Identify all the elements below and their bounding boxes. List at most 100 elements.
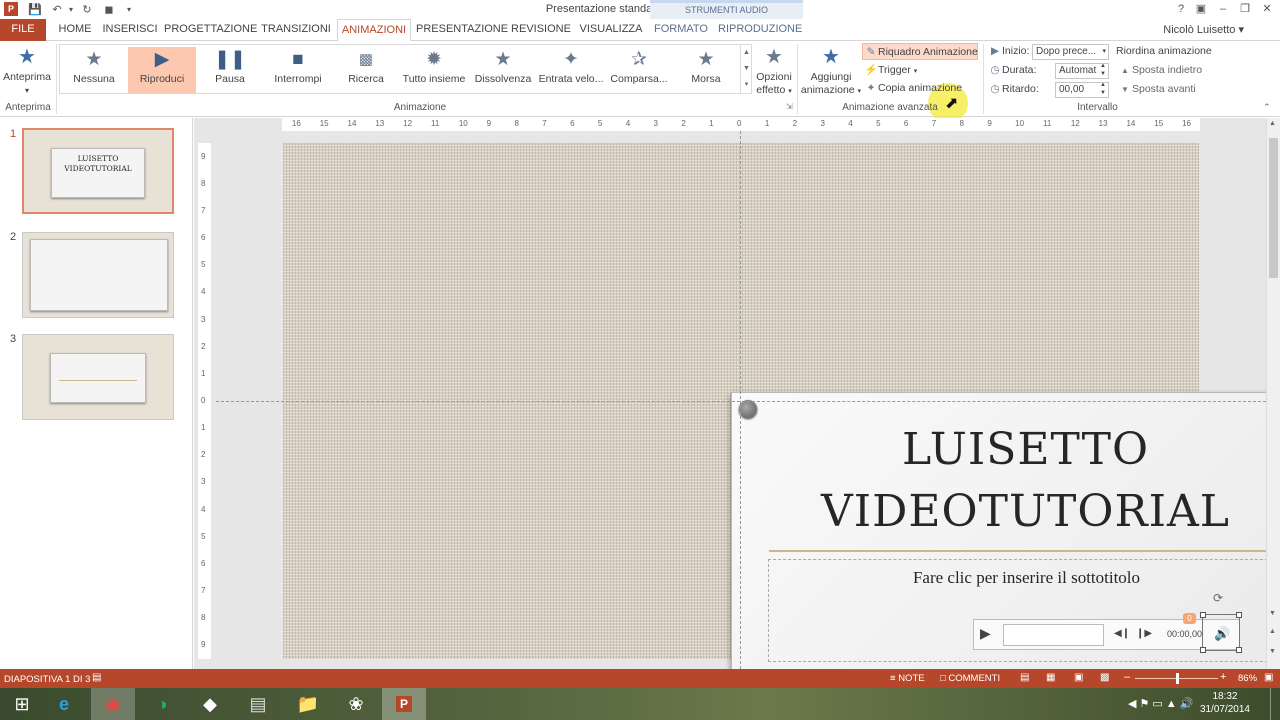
tab-transitions[interactable]: TRANSIZIONI — [259, 19, 333, 41]
tab-format[interactable]: FORMATO — [652, 19, 710, 41]
internet-explorer-icon[interactable]: e — [42, 688, 86, 720]
comments-button[interactable]: □ COMMENTI — [940, 673, 1000, 684]
tab-file[interactable]: FILE — [0, 19, 46, 41]
restore-icon[interactable]: ❐ — [1236, 1, 1254, 17]
gallery-item-appear[interactable]: ✰ Comparsa... — [606, 47, 672, 93]
thumbnail-slide-2[interactable] — [22, 232, 174, 318]
effect-options-button[interactable]: ★ Opzioni effetto ▾ — [753, 45, 795, 98]
tab-design[interactable]: PROGETTAZIONE — [164, 19, 257, 41]
thumbnail-slide-3[interactable] — [22, 334, 174, 420]
audio-icon-selection[interactable] — [1200, 612, 1242, 653]
winrar-icon[interactable]: ▤ — [236, 688, 280, 720]
slideshow-view-icon[interactable]: ▩ — [1100, 672, 1109, 683]
close-icon[interactable]: ✕ — [1258, 1, 1276, 17]
duration-spinner[interactable]: Automat ▲ ▼ — [1055, 63, 1109, 79]
thumbnail-slide-1[interactable]: LUISETTO VIDEOTUTORIAL — [22, 128, 174, 214]
play-button[interactable]: ▶ — [980, 625, 991, 642]
user-account[interactable]: Nicolò Luisetto ▾ — [1163, 23, 1244, 36]
gallery-item-pause[interactable]: ❚❚ Pausa — [198, 47, 262, 93]
zoom-in-icon[interactable]: + — [1220, 671, 1226, 683]
code-app-icon[interactable]: ◆ — [188, 688, 232, 720]
gallery-item-label: Riproduci — [139, 73, 185, 85]
tab-view[interactable]: VISUALIZZA — [578, 19, 644, 41]
preview-button[interactable]: ★ Anteprima ▾ — [2, 45, 52, 97]
ruler-tick-label: 1 — [201, 368, 206, 378]
animation-pane-button[interactable]: ✎ Riquadro Animazione — [862, 43, 978, 60]
gallery-item-none[interactable]: ★ Nessuna — [62, 47, 126, 93]
tab-slideshow[interactable]: PRESENTAZIONE — [416, 19, 508, 41]
scroll-down-icon[interactable]: ▼ — [1269, 610, 1276, 617]
spelling-icon[interactable]: ▤ — [92, 672, 101, 683]
tab-insert[interactable]: INSERISCI — [100, 19, 160, 41]
zoom-slider-thumb[interactable] — [1175, 673, 1179, 684]
ruler-tick-label: 11 — [1043, 119, 1052, 128]
gallery-item-stop[interactable]: ■ Interrompi — [264, 47, 332, 93]
gallery-item-play[interactable]: ▶ Riproduci — [128, 47, 196, 93]
resize-handle[interactable] — [1200, 647, 1206, 653]
resize-handle[interactable] — [1236, 612, 1242, 618]
tab-review[interactable]: REVISIONE — [510, 19, 572, 41]
move-earlier-button[interactable]: ▲ Sposta indietro — [1118, 62, 1202, 79]
chrome-icon[interactable]: ◉ — [91, 688, 135, 720]
collapse-ribbon-icon[interactable]: ⌃ — [1263, 102, 1271, 113]
animation-pane-icon: ✎ — [866, 46, 876, 58]
app-icon[interactable]: ◑ — [140, 688, 184, 720]
delay-spinner[interactable]: 00,00 ▲ ▼ — [1055, 82, 1109, 98]
gallery-item-split[interactable]: ★ Morsa — [674, 47, 738, 93]
scroll-thumb[interactable] — [1269, 138, 1278, 278]
zoom-level[interactable]: 86% — [1238, 673, 1257, 684]
resize-handle[interactable] — [1236, 647, 1242, 653]
ruler-tick-label: 6 — [201, 558, 206, 568]
gallery-item-all-at-once[interactable]: ✹ Tutto insieme — [400, 47, 468, 93]
slide-title[interactable]: LUISETTO VIDEOTUTORIAL — [732, 419, 1280, 543]
animation-gallery: ★ Nessuna ▶ Riproduci ❚❚ Pausa ■ Interrompi … — [59, 44, 752, 94]
tab-animations[interactable]: ANIMAZIONI — [337, 19, 411, 42]
group-label-preview: Anteprima — [5, 102, 51, 113]
vertical-scrollbar[interactable]: ▲ ▼ ▲ ▼ — [1266, 118, 1280, 669]
trigger-button[interactable]: ⚡Trigger ▾ — [864, 62, 917, 79]
minimize-icon[interactable]: – — [1214, 1, 1232, 17]
add-animation-button[interactable]: ★ Aggiungi animazione ▾ — [800, 45, 862, 98]
gallery-item-label: Morsa — [691, 73, 721, 85]
rewind-button[interactable]: ◀❙ — [1114, 628, 1130, 639]
slide-sorter-icon[interactable]: ▦ — [1046, 672, 1055, 683]
zoom-slider[interactable] — [1135, 673, 1218, 684]
next-slide-icon[interactable]: ▼ — [1269, 648, 1276, 655]
move-later-label: Sposta avanti — [1132, 83, 1196, 95]
notes-button[interactable]: ≡ NOTE — [890, 673, 925, 684]
clock-time: 18:32 — [1212, 691, 1238, 702]
ruler-tick-label: 15 — [1154, 119, 1164, 128]
audio-progress-bar[interactable] — [1003, 624, 1104, 646]
tray-icons[interactable]: ◀ ⚑ ▭ ▲ 🔊 — [1128, 697, 1194, 710]
powerpoint-taskbar-icon[interactable]: P — [382, 688, 426, 720]
prev-slide-icon[interactable]: ▲ — [1269, 628, 1276, 635]
gallery-item-seek[interactable]: ▩ Ricerca — [334, 47, 398, 93]
forward-button[interactable]: ❙▶ — [1136, 628, 1152, 639]
copy-animation-button[interactable]: ✦ Copia animazione — [864, 80, 962, 97]
dialog-launcher-icon[interactable]: ⇲ — [786, 102, 793, 111]
scroll-up-icon[interactable]: ▲ — [1269, 120, 1276, 127]
reading-view-icon[interactable]: ▣ — [1074, 672, 1083, 683]
ribbon-display-icon[interactable]: ▣ — [1192, 1, 1210, 17]
move-later-button[interactable]: ▼ Sposta avanti — [1118, 81, 1196, 98]
file-explorer-icon[interactable]: 📁 — [286, 688, 330, 720]
start-button-icon[interactable]: ⊞ — [0, 688, 44, 720]
tab-playback[interactable]: RIPRODUZIONE — [718, 19, 802, 41]
settings-app-icon[interactable]: ❀ — [334, 688, 378, 720]
gallery-item-fly-in[interactable]: ✦ Entrata velo... — [538, 47, 604, 93]
gallery-scroll[interactable]: ▲ ▼ ▾ — [740, 45, 752, 93]
tab-home[interactable]: HOME — [54, 19, 96, 41]
fit-slide-icon[interactable]: ▣ — [1264, 672, 1273, 683]
ruler-tick-label: 7 — [201, 586, 206, 596]
thumbnail-number: 1 — [10, 128, 17, 140]
zoom-out-icon[interactable]: – — [1124, 671, 1130, 683]
taskbar-clock[interactable]: 18:32 31/07/2014 — [1200, 690, 1250, 716]
normal-view-icon[interactable]: ▤ — [1020, 672, 1029, 683]
resize-handle[interactable] — [1200, 612, 1206, 618]
help-icon[interactable]: ? — [1172, 1, 1190, 17]
rivet-icon — [739, 400, 757, 418]
gallery-item-fade[interactable]: ★ Dissolvenza — [470, 47, 536, 93]
start-select[interactable]: Dopo prece... ▾ — [1032, 44, 1109, 60]
rotate-handle-icon[interactable]: ⟳ — [1213, 591, 1223, 605]
show-desktop-button[interactable] — [1270, 688, 1280, 720]
